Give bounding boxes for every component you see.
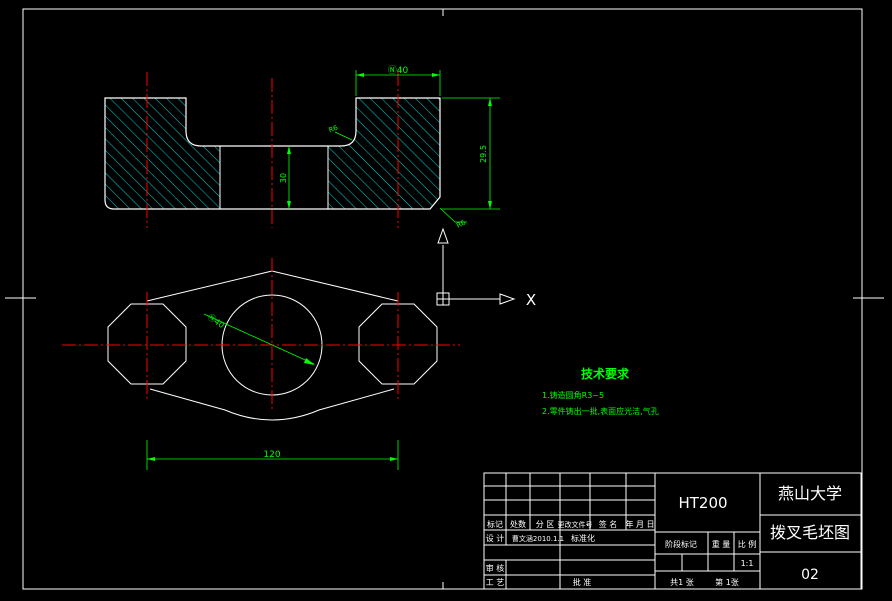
top-view [62,258,460,421]
tb-approve-label: 批 准 [573,577,592,587]
tb-drawing-number: 02 [801,567,819,583]
tb-header-mark: 标记 [487,519,503,529]
tb-standardization: 标准化 [571,533,595,543]
tb-header-zone: 分 区 [536,520,555,529]
tb-material: HT200 [678,494,727,512]
tb-designer-info: 曹文涵2010.1.1 [512,534,564,543]
top-centerlines [62,258,460,412]
tb-stage-mark-label: 阶段标记 [665,539,697,549]
tb-scale: 1:1 [741,559,754,568]
dim-chamfer: R6 [455,218,467,229]
dim-center-hole: Ⓝ40 [206,312,226,330]
tb-sheet-no: 第 1张 [715,577,739,587]
dim-top-width: Ⓝ40 [388,65,409,76]
left-hatch [105,98,220,209]
diameter-arrow [304,358,315,365]
tech-req-item-1: 1.铸造圆角R3~5 [542,390,604,400]
ucs-icon [436,227,516,306]
dim-overall-height: 29.5 [479,145,488,163]
tb-design-label: 设 计 [486,533,505,543]
tech-req-title: 技术要求 [581,366,630,381]
tb-drawing-name: 拨叉毛坯图 [770,523,850,542]
front-section-view [104,72,441,228]
tb-header-date: 年 月 日 [625,519,654,529]
ucs-x-label: X [526,291,536,309]
dim-top-radius: R6 [328,124,340,135]
tb-total-sheets: 共1 张 [670,578,694,587]
tb-weight-label: 重 量 [712,539,731,549]
tb-header-change-doc: 更改文件号 [558,520,593,529]
tech-req-item-2: 2.零件铸出一批,表面应光洁,气孔 [542,406,659,416]
tb-school: 燕山大学 [778,484,842,503]
right-hatch [328,98,440,209]
tb-scale-label: 比 例 [738,539,757,549]
cad-drawing-canvas: Ⓝ40 R6 30 29.5 R6 X Ⓝ40 120 技术要求 1.铸造圆角R… [5,8,884,590]
tb-process-label: 工 艺 [486,578,505,587]
dim-depth: 30 [279,173,288,183]
dim-overall-length: 120 [263,450,280,460]
tb-header-signature: 签 名 [599,519,618,529]
tb-review-label: 审 核 [486,563,505,573]
tb-header-count: 处数 [510,519,526,529]
